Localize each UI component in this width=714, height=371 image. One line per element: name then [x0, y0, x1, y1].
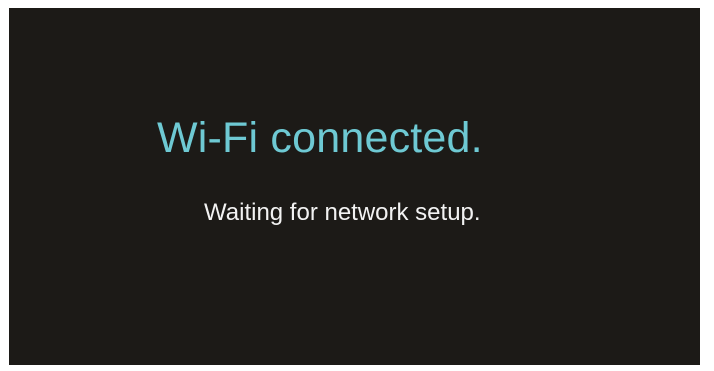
- device-display-frame: Wi-Fi connected. Waiting for network set…: [0, 0, 714, 371]
- display-screen: Wi-Fi connected. Waiting for network set…: [9, 8, 700, 365]
- wifi-connected-heading: Wi-Fi connected.: [157, 114, 483, 162]
- network-setup-status-text: Waiting for network setup.: [204, 199, 481, 226]
